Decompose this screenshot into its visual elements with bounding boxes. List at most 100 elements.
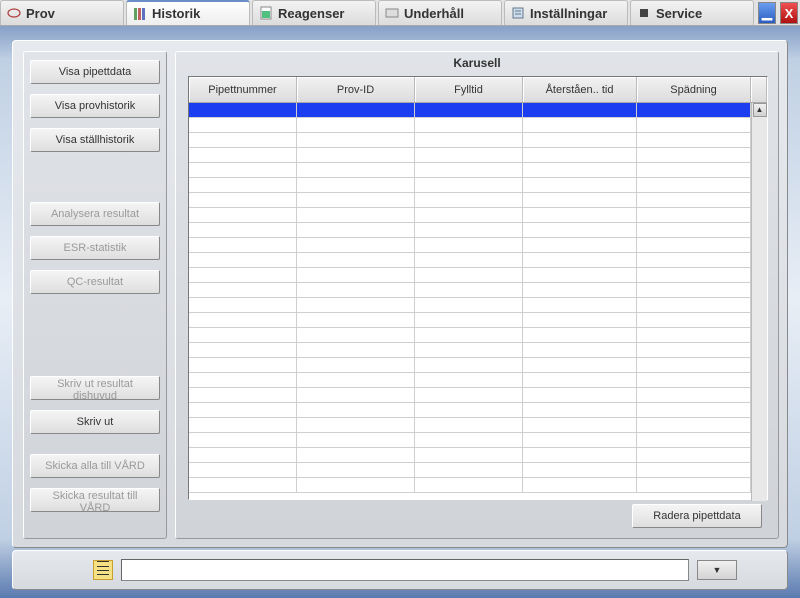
table-row[interactable] [189, 343, 753, 358]
col-pipettnummer[interactable]: Pipettnummer [189, 77, 297, 102]
table-row[interactable] [189, 148, 753, 163]
table-cell [415, 358, 523, 372]
table-row[interactable] [189, 133, 753, 148]
col-spadning[interactable]: Spädning [637, 77, 751, 102]
table-cell [523, 358, 637, 372]
table-cell [415, 388, 523, 402]
table-cell [523, 388, 637, 402]
print-button[interactable]: Skriv ut [30, 410, 160, 434]
table-row[interactable] [189, 223, 753, 238]
show-sample-history-button[interactable]: Visa provhistorik [30, 94, 160, 118]
table-cell [297, 283, 415, 297]
table-cell [189, 343, 297, 357]
table-row[interactable] [189, 238, 753, 253]
table-cell [415, 148, 523, 162]
service-icon [637, 6, 651, 20]
tab-label: Reagenser [278, 6, 344, 21]
table-cell [523, 343, 637, 357]
table-cell [523, 433, 637, 447]
status-dropdown[interactable]: ▼ [697, 560, 737, 580]
table-cell [297, 433, 415, 447]
table-cell [523, 268, 637, 282]
table-row[interactable] [189, 103, 753, 118]
table-row[interactable] [189, 418, 753, 433]
table-row[interactable] [189, 388, 753, 403]
scrollbar[interactable]: ▲ [751, 103, 767, 501]
table-cell [189, 418, 297, 432]
table-cell [189, 163, 297, 177]
table-row[interactable] [189, 253, 753, 268]
table-cell [189, 103, 297, 117]
table-row[interactable] [189, 283, 753, 298]
table-cell [297, 343, 415, 357]
table-cell [415, 133, 523, 147]
col-fylltid[interactable]: Fylltid [415, 77, 523, 102]
tab-service[interactable]: Service [630, 0, 754, 25]
table-cell [415, 193, 523, 207]
tab-prov[interactable]: Prov [0, 0, 124, 25]
table-row[interactable] [189, 298, 753, 313]
table-cell [189, 253, 297, 267]
tab-label: Underhåll [404, 6, 464, 21]
table-body[interactable] [189, 103, 753, 501]
table-row[interactable] [189, 163, 753, 178]
table-cell [415, 238, 523, 252]
table-row[interactable] [189, 448, 753, 463]
table-cell [189, 328, 297, 342]
print-header-button: Skriv ut resultat dishuvud [30, 376, 160, 400]
table-cell [189, 238, 297, 252]
tab-installningar[interactable]: Inställningar [504, 0, 628, 25]
note-icon [93, 560, 113, 580]
close-button[interactable]: X [780, 2, 798, 24]
table-header: Pipettnummer Prov-ID Fylltid Återståen..… [189, 77, 767, 103]
table-cell [297, 268, 415, 282]
table-row[interactable] [189, 433, 753, 448]
table-cell [415, 313, 523, 327]
table-row[interactable] [189, 178, 753, 193]
table-cell [189, 478, 297, 492]
table-row[interactable] [189, 328, 753, 343]
show-rack-history-button[interactable]: Visa ställhistorik [30, 128, 160, 152]
table-cell [523, 238, 637, 252]
table-cell [415, 283, 523, 297]
table-cell [297, 133, 415, 147]
minimize-button[interactable]: ▁ [758, 2, 776, 24]
table-cell [297, 448, 415, 462]
table-row[interactable] [189, 313, 753, 328]
scroll-up-icon[interactable]: ▲ [753, 103, 767, 117]
table-row[interactable] [189, 193, 753, 208]
table-cell [523, 223, 637, 237]
table-cell [189, 433, 297, 447]
table-cell [637, 433, 751, 447]
table-cell [523, 328, 637, 342]
table-cell [297, 253, 415, 267]
tab-label: Inställningar [530, 6, 607, 21]
tab-underhall[interactable]: Underhåll [378, 0, 502, 25]
table-row[interactable] [189, 478, 753, 493]
table-cell [415, 103, 523, 117]
delete-pipette-button[interactable]: Radera pipettdata [632, 504, 762, 528]
send-result-vard-button: Skicka resultat till VÅRD [30, 488, 160, 512]
table-row[interactable] [189, 403, 753, 418]
tab-historik[interactable]: Historik [126, 0, 250, 25]
table-cell [637, 298, 751, 312]
table-cell [297, 478, 415, 492]
table-cell [189, 178, 297, 192]
table-cell [637, 133, 751, 147]
status-input[interactable] [121, 559, 689, 581]
table-row[interactable] [189, 208, 753, 223]
table-row[interactable] [189, 118, 753, 133]
tab-reagenser[interactable]: Reagenser [252, 0, 376, 25]
table-cell [637, 403, 751, 417]
table-row[interactable] [189, 268, 753, 283]
table-row[interactable] [189, 463, 753, 478]
table-cell [637, 103, 751, 117]
table-cell [189, 388, 297, 402]
table-row[interactable] [189, 373, 753, 388]
tab-label: Prov [26, 6, 55, 21]
col-provid[interactable]: Prov-ID [297, 77, 415, 102]
col-aterstaende[interactable]: Återståen.. tid [523, 77, 637, 102]
table-row[interactable] [189, 358, 753, 373]
settings-icon [511, 6, 525, 20]
show-pipette-button[interactable]: Visa pipettdata [30, 60, 160, 84]
